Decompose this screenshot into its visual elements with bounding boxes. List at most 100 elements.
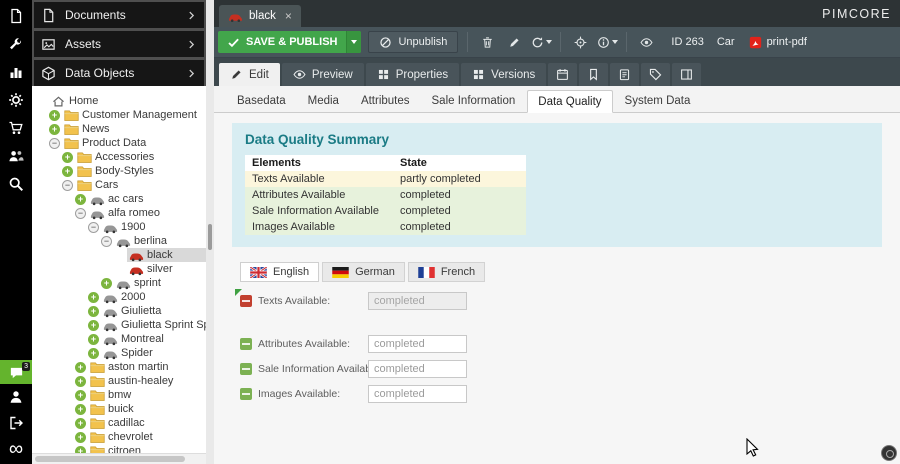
expander-plus-icon[interactable]: + bbox=[101, 278, 112, 289]
notes-tab[interactable] bbox=[610, 63, 639, 86]
expander-plus-icon[interactable]: + bbox=[88, 320, 99, 331]
pimcore-logo-icon[interactable]: ∞ bbox=[9, 439, 23, 459]
tools-button[interactable] bbox=[0, 30, 32, 58]
accordion-data-objects[interactable]: Data Objects bbox=[34, 60, 204, 86]
tree-node[interactable]: silver bbox=[32, 262, 206, 276]
customers-button[interactable] bbox=[0, 142, 32, 170]
info-button[interactable] bbox=[597, 31, 617, 53]
field-input[interactable] bbox=[368, 335, 467, 353]
expander-plus-icon[interactable]: + bbox=[88, 334, 99, 345]
expander-plus-icon[interactable]: + bbox=[75, 404, 86, 415]
reports-button[interactable] bbox=[0, 58, 32, 86]
panel-splitter[interactable] bbox=[206, 0, 214, 464]
expander-plus-icon[interactable]: + bbox=[49, 110, 60, 121]
expander-minus-icon[interactable]: − bbox=[101, 236, 112, 247]
tree-node[interactable]: −Cars bbox=[32, 178, 206, 192]
documents-button[interactable] bbox=[0, 2, 32, 30]
accordion-assets[interactable]: Assets bbox=[34, 31, 204, 57]
open-preview-button[interactable] bbox=[636, 31, 656, 53]
expander-plus-icon[interactable]: + bbox=[88, 348, 99, 359]
language-tab-german[interactable]: German bbox=[322, 262, 405, 282]
accordion-documents[interactable]: Documents bbox=[34, 2, 204, 28]
expander-minus-icon[interactable]: − bbox=[62, 180, 73, 191]
content-tab-data-quality[interactable]: Data Quality bbox=[527, 90, 612, 113]
tree-node[interactable]: +2000 bbox=[32, 290, 206, 304]
tree-node[interactable]: +ac cars bbox=[32, 192, 206, 206]
expander-plus-icon[interactable]: + bbox=[62, 152, 73, 163]
object-tab-preview[interactable]: Preview bbox=[282, 63, 364, 86]
settings-button[interactable] bbox=[0, 86, 32, 114]
user-button[interactable] bbox=[0, 384, 32, 410]
tree-node[interactable]: −berlina bbox=[32, 234, 206, 248]
tree-node[interactable]: +cadillac bbox=[32, 416, 206, 430]
chat-button[interactable]: 3 bbox=[0, 360, 32, 384]
expander-plus-icon[interactable]: + bbox=[62, 166, 73, 177]
tree-node[interactable]: −1900 bbox=[32, 220, 206, 234]
expander-plus-icon[interactable]: + bbox=[49, 124, 60, 135]
field-input[interactable] bbox=[368, 360, 467, 378]
content-tab-media[interactable]: Media bbox=[298, 90, 349, 112]
bookmark-tab[interactable] bbox=[579, 63, 608, 86]
expander-plus-icon[interactable]: + bbox=[88, 292, 99, 303]
locate-in-tree-button[interactable] bbox=[570, 31, 590, 53]
field-input[interactable] bbox=[368, 385, 467, 403]
tree-node[interactable]: +Body-Styles bbox=[32, 164, 206, 178]
tree-node[interactable]: +bmw bbox=[32, 388, 206, 402]
tree-node[interactable]: −alfa romeo bbox=[32, 206, 206, 220]
splitter-collapse-handle[interactable] bbox=[208, 224, 212, 250]
expander-plus-icon[interactable]: + bbox=[75, 432, 86, 443]
layout-tab[interactable] bbox=[672, 63, 701, 86]
unpublish-button[interactable]: Unpublish bbox=[368, 31, 458, 53]
content-tab-system-data[interactable]: System Data bbox=[615, 90, 701, 112]
expander-plus-icon[interactable]: + bbox=[75, 362, 86, 373]
tree-node[interactable]: +chevrolet bbox=[32, 430, 206, 444]
tree-node[interactable]: +Giulietta bbox=[32, 304, 206, 318]
tree-node[interactable]: +aston martin bbox=[32, 360, 206, 374]
tree-node[interactable]: +buick bbox=[32, 402, 206, 416]
open-object-tab-black[interactable]: black × bbox=[219, 5, 301, 27]
delete-button[interactable] bbox=[477, 31, 497, 53]
expander-minus-icon[interactable]: − bbox=[49, 138, 60, 149]
content-tab-attributes[interactable]: Attributes bbox=[351, 90, 420, 112]
print-pdf-button[interactable]: print-pdf bbox=[749, 36, 807, 49]
tree-node[interactable]: black bbox=[32, 248, 206, 262]
save-options-caret[interactable] bbox=[346, 31, 361, 53]
tree-node[interactable]: +Giulietta Sprint Specia bbox=[32, 318, 206, 332]
tree-node[interactable]: +Accessories bbox=[32, 150, 206, 164]
content-tab-sale-information[interactable]: Sale Information bbox=[422, 90, 526, 112]
expander-plus-icon[interactable]: + bbox=[88, 306, 99, 317]
rename-button[interactable] bbox=[504, 31, 524, 53]
expander-plus-icon[interactable]: + bbox=[75, 390, 86, 401]
content-tab-basedata[interactable]: Basedata bbox=[227, 90, 296, 112]
ecommerce-button[interactable] bbox=[0, 114, 32, 142]
expander-minus-icon[interactable]: − bbox=[75, 208, 86, 219]
reload-button[interactable] bbox=[531, 31, 551, 53]
tree-node[interactable]: +austin-healey bbox=[32, 374, 206, 388]
tree-node[interactable]: +Montreal bbox=[32, 332, 206, 346]
scrollbar-thumb[interactable] bbox=[35, 456, 185, 462]
logout-button[interactable] bbox=[0, 410, 32, 436]
tree-node[interactable]: +News bbox=[32, 122, 206, 136]
save-publish-button[interactable]: SAVE & PUBLISH bbox=[218, 31, 361, 53]
language-tab-english[interactable]: English bbox=[240, 262, 319, 282]
expander-plus-icon[interactable]: + bbox=[75, 418, 86, 429]
tree-node[interactable]: +Spider bbox=[32, 346, 206, 360]
tree-node[interactable]: +Customer Management bbox=[32, 108, 206, 122]
search-button[interactable] bbox=[0, 170, 32, 198]
expander-plus-icon[interactable]: + bbox=[75, 194, 86, 205]
close-icon[interactable]: × bbox=[285, 10, 292, 22]
tag-tab[interactable] bbox=[641, 63, 670, 86]
expander-plus-icon[interactable]: + bbox=[75, 446, 86, 454]
tree-node[interactable]: Home bbox=[32, 94, 206, 108]
expander-minus-icon[interactable]: − bbox=[88, 222, 99, 233]
object-tab-versions[interactable]: Versions bbox=[461, 63, 546, 86]
object-tab-properties[interactable]: Properties bbox=[366, 63, 459, 86]
language-tab-french[interactable]: French bbox=[408, 262, 485, 282]
tree-node[interactable]: −Product Data bbox=[32, 136, 206, 150]
calendar-tab[interactable] bbox=[548, 63, 577, 86]
object-tab-edit[interactable]: Edit bbox=[219, 63, 280, 86]
tree-node[interactable]: +citroen bbox=[32, 444, 206, 453]
expander-plus-icon[interactable]: + bbox=[75, 376, 86, 387]
tree-horizontal-scrollbar[interactable] bbox=[32, 453, 206, 464]
tree-node[interactable]: +sprint bbox=[32, 276, 206, 290]
